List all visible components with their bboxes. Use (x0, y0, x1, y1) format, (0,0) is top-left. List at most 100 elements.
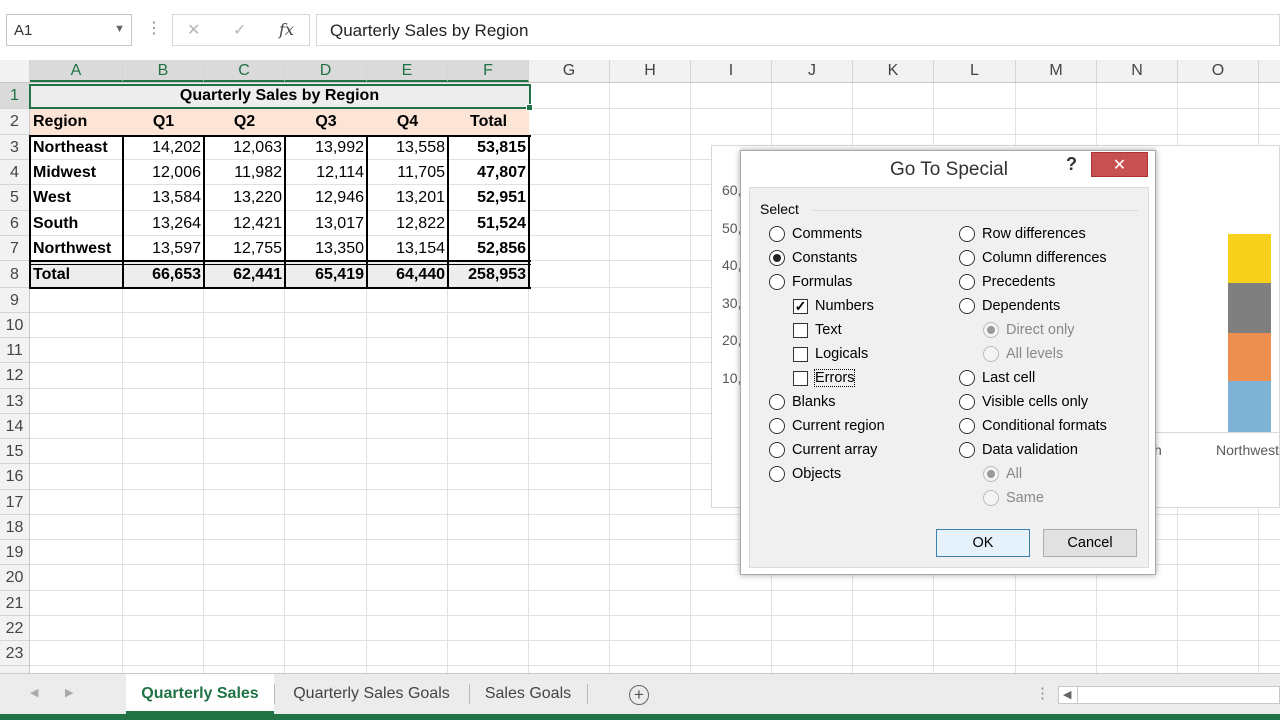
column-header[interactable]: G (529, 60, 610, 82)
cell[interactable]: 13,584 (123, 185, 204, 211)
column-header[interactable]: L (934, 60, 1016, 82)
column-header[interactable]: B (123, 60, 204, 82)
radio-dependents[interactable]: Dependents (959, 296, 1060, 316)
cancel-icon[interactable]: ✕ (187, 20, 200, 40)
ok-button[interactable]: OK (936, 529, 1030, 557)
radio-icon[interactable] (983, 466, 999, 482)
row-header[interactable]: 22 (0, 616, 29, 641)
row-header[interactable]: 9 (0, 288, 29, 313)
cell[interactable]: 13,597 (123, 236, 204, 261)
tab-quarterly-sales-goals[interactable]: Quarterly Sales Goals (274, 674, 469, 714)
cell[interactable]: 65,419 (285, 261, 367, 288)
cell[interactable]: 62,441 (204, 261, 285, 288)
cell[interactable]: 11,705 (367, 160, 448, 185)
column-header[interactable]: K (853, 60, 934, 82)
cell[interactable]: 64,440 (367, 261, 448, 288)
chart-bar-segment[interactable] (1228, 233, 1271, 284)
checkbox-numbers[interactable]: ✓ Numbers (793, 296, 874, 316)
radio-icon[interactable] (959, 274, 975, 290)
row-header[interactable]: 6 (0, 211, 29, 236)
cell[interactable]: 13,220 (204, 185, 285, 211)
radio-constants[interactable]: Constants (769, 248, 857, 268)
checkbox-logicals[interactable]: Logicals (793, 344, 868, 364)
tab-sales-goals[interactable]: Sales Goals (469, 674, 587, 714)
cell[interactable]: 258,953 (448, 261, 529, 288)
cell[interactable]: 12,822 (367, 211, 448, 236)
add-sheet-icon[interactable]: + (629, 685, 649, 705)
cell[interactable]: 14,202 (123, 135, 204, 160)
row-header[interactable]: 1 (0, 83, 29, 109)
column-header[interactable]: J (772, 60, 853, 82)
radio-icon[interactable] (769, 274, 785, 290)
cell[interactable]: 12,063 (204, 135, 285, 160)
cell[interactable]: Q1 (123, 109, 204, 135)
radio-icon[interactable] (983, 322, 999, 338)
radio-icon[interactable] (959, 250, 975, 266)
cell[interactable]: Q3 (285, 109, 367, 135)
cell[interactable]: 13,558 (367, 135, 448, 160)
radio-icon[interactable] (769, 394, 785, 410)
tab-scroll-right-icon[interactable]: ▶ (65, 686, 73, 699)
cell[interactable]: Midwest (30, 160, 123, 185)
cell[interactable]: Northeast (30, 135, 123, 160)
cell[interactable]: Northwest (30, 236, 123, 261)
cancel-button[interactable]: Cancel (1043, 529, 1137, 557)
cell[interactable]: 53,815 (448, 135, 529, 160)
cell[interactable]: West (30, 185, 123, 211)
radio-icon[interactable] (959, 442, 975, 458)
name-box[interactable]: A1 ▼ (6, 14, 132, 46)
radio-row-differences[interactable]: Row differences (959, 224, 1086, 244)
fill-handle[interactable] (526, 104, 533, 111)
radio-icon[interactable] (959, 370, 975, 386)
cell[interactable]: 51,524 (448, 211, 529, 236)
radio-formulas[interactable]: Formulas (769, 272, 852, 292)
row-header[interactable]: 3 (0, 135, 29, 160)
column-header[interactable]: D (285, 60, 367, 82)
cell[interactable]: 13,017 (285, 211, 367, 236)
row-header[interactable]: 12 (0, 363, 29, 389)
row-header[interactable]: 2 (0, 109, 29, 135)
radio-icon[interactable] (959, 226, 975, 242)
row-header[interactable]: 21 (0, 591, 29, 616)
radio-precedents[interactable]: Precedents (959, 272, 1055, 292)
radio-blanks[interactable]: Blanks (769, 392, 836, 412)
radio-objects[interactable]: Objects (769, 464, 841, 484)
row-header[interactable]: 7 (0, 236, 29, 261)
column-header[interactable]: H (610, 60, 691, 82)
column-header[interactable]: M (1016, 60, 1097, 82)
radio-current-region[interactable]: Current region (769, 416, 885, 436)
radio-icon[interactable] (959, 418, 975, 434)
tab-quarterly-sales[interactable]: Quarterly Sales (126, 674, 274, 714)
cell[interactable]: 12,755 (204, 236, 285, 261)
help-icon[interactable]: ? (1066, 154, 1077, 175)
checkbox-errors[interactable]: Errors (793, 368, 856, 388)
close-button[interactable]: ✕ (1091, 152, 1148, 177)
radio-icon[interactable] (769, 250, 785, 266)
radio-current-array[interactable]: Current array (769, 440, 877, 460)
cell[interactable]: Q2 (204, 109, 285, 135)
column-header[interactable]: A (30, 60, 123, 82)
cell[interactable]: 66,653 (123, 261, 204, 288)
chevron-down-icon[interactable]: ▼ (114, 23, 125, 35)
radio-column-differences[interactable]: Column differences (959, 248, 1107, 268)
row-header[interactable]: 4 (0, 160, 29, 185)
row-header[interactable]: 17 (0, 490, 29, 515)
scroll-left-icon[interactable]: ◀ (1063, 688, 1071, 701)
chart-bar-segment[interactable] (1228, 381, 1271, 432)
radio-icon[interactable] (983, 490, 999, 506)
row-header[interactable]: 13 (0, 389, 29, 414)
radio-last-cell[interactable]: Last cell (959, 368, 1035, 388)
row-header[interactable]: 14 (0, 414, 29, 439)
row-header[interactable]: 10 (0, 313, 29, 338)
cell[interactable]: 12,946 (285, 185, 367, 211)
row-header[interactable]: 16 (0, 464, 29, 490)
cell[interactable]: Region (30, 109, 123, 135)
checkbox-icon[interactable]: ✓ (793, 298, 808, 314)
cell[interactable]: 52,951 (448, 185, 529, 211)
checkbox-icon[interactable] (793, 346, 808, 362)
radio-conditional-formats[interactable]: Conditional formats (959, 416, 1107, 436)
radio-data-validation[interactable]: Data validation (959, 440, 1078, 460)
chart-bar-segment[interactable] (1228, 283, 1271, 334)
enter-icon[interactable]: ✓ (233, 20, 246, 40)
row-header[interactable]: 5 (0, 185, 29, 211)
